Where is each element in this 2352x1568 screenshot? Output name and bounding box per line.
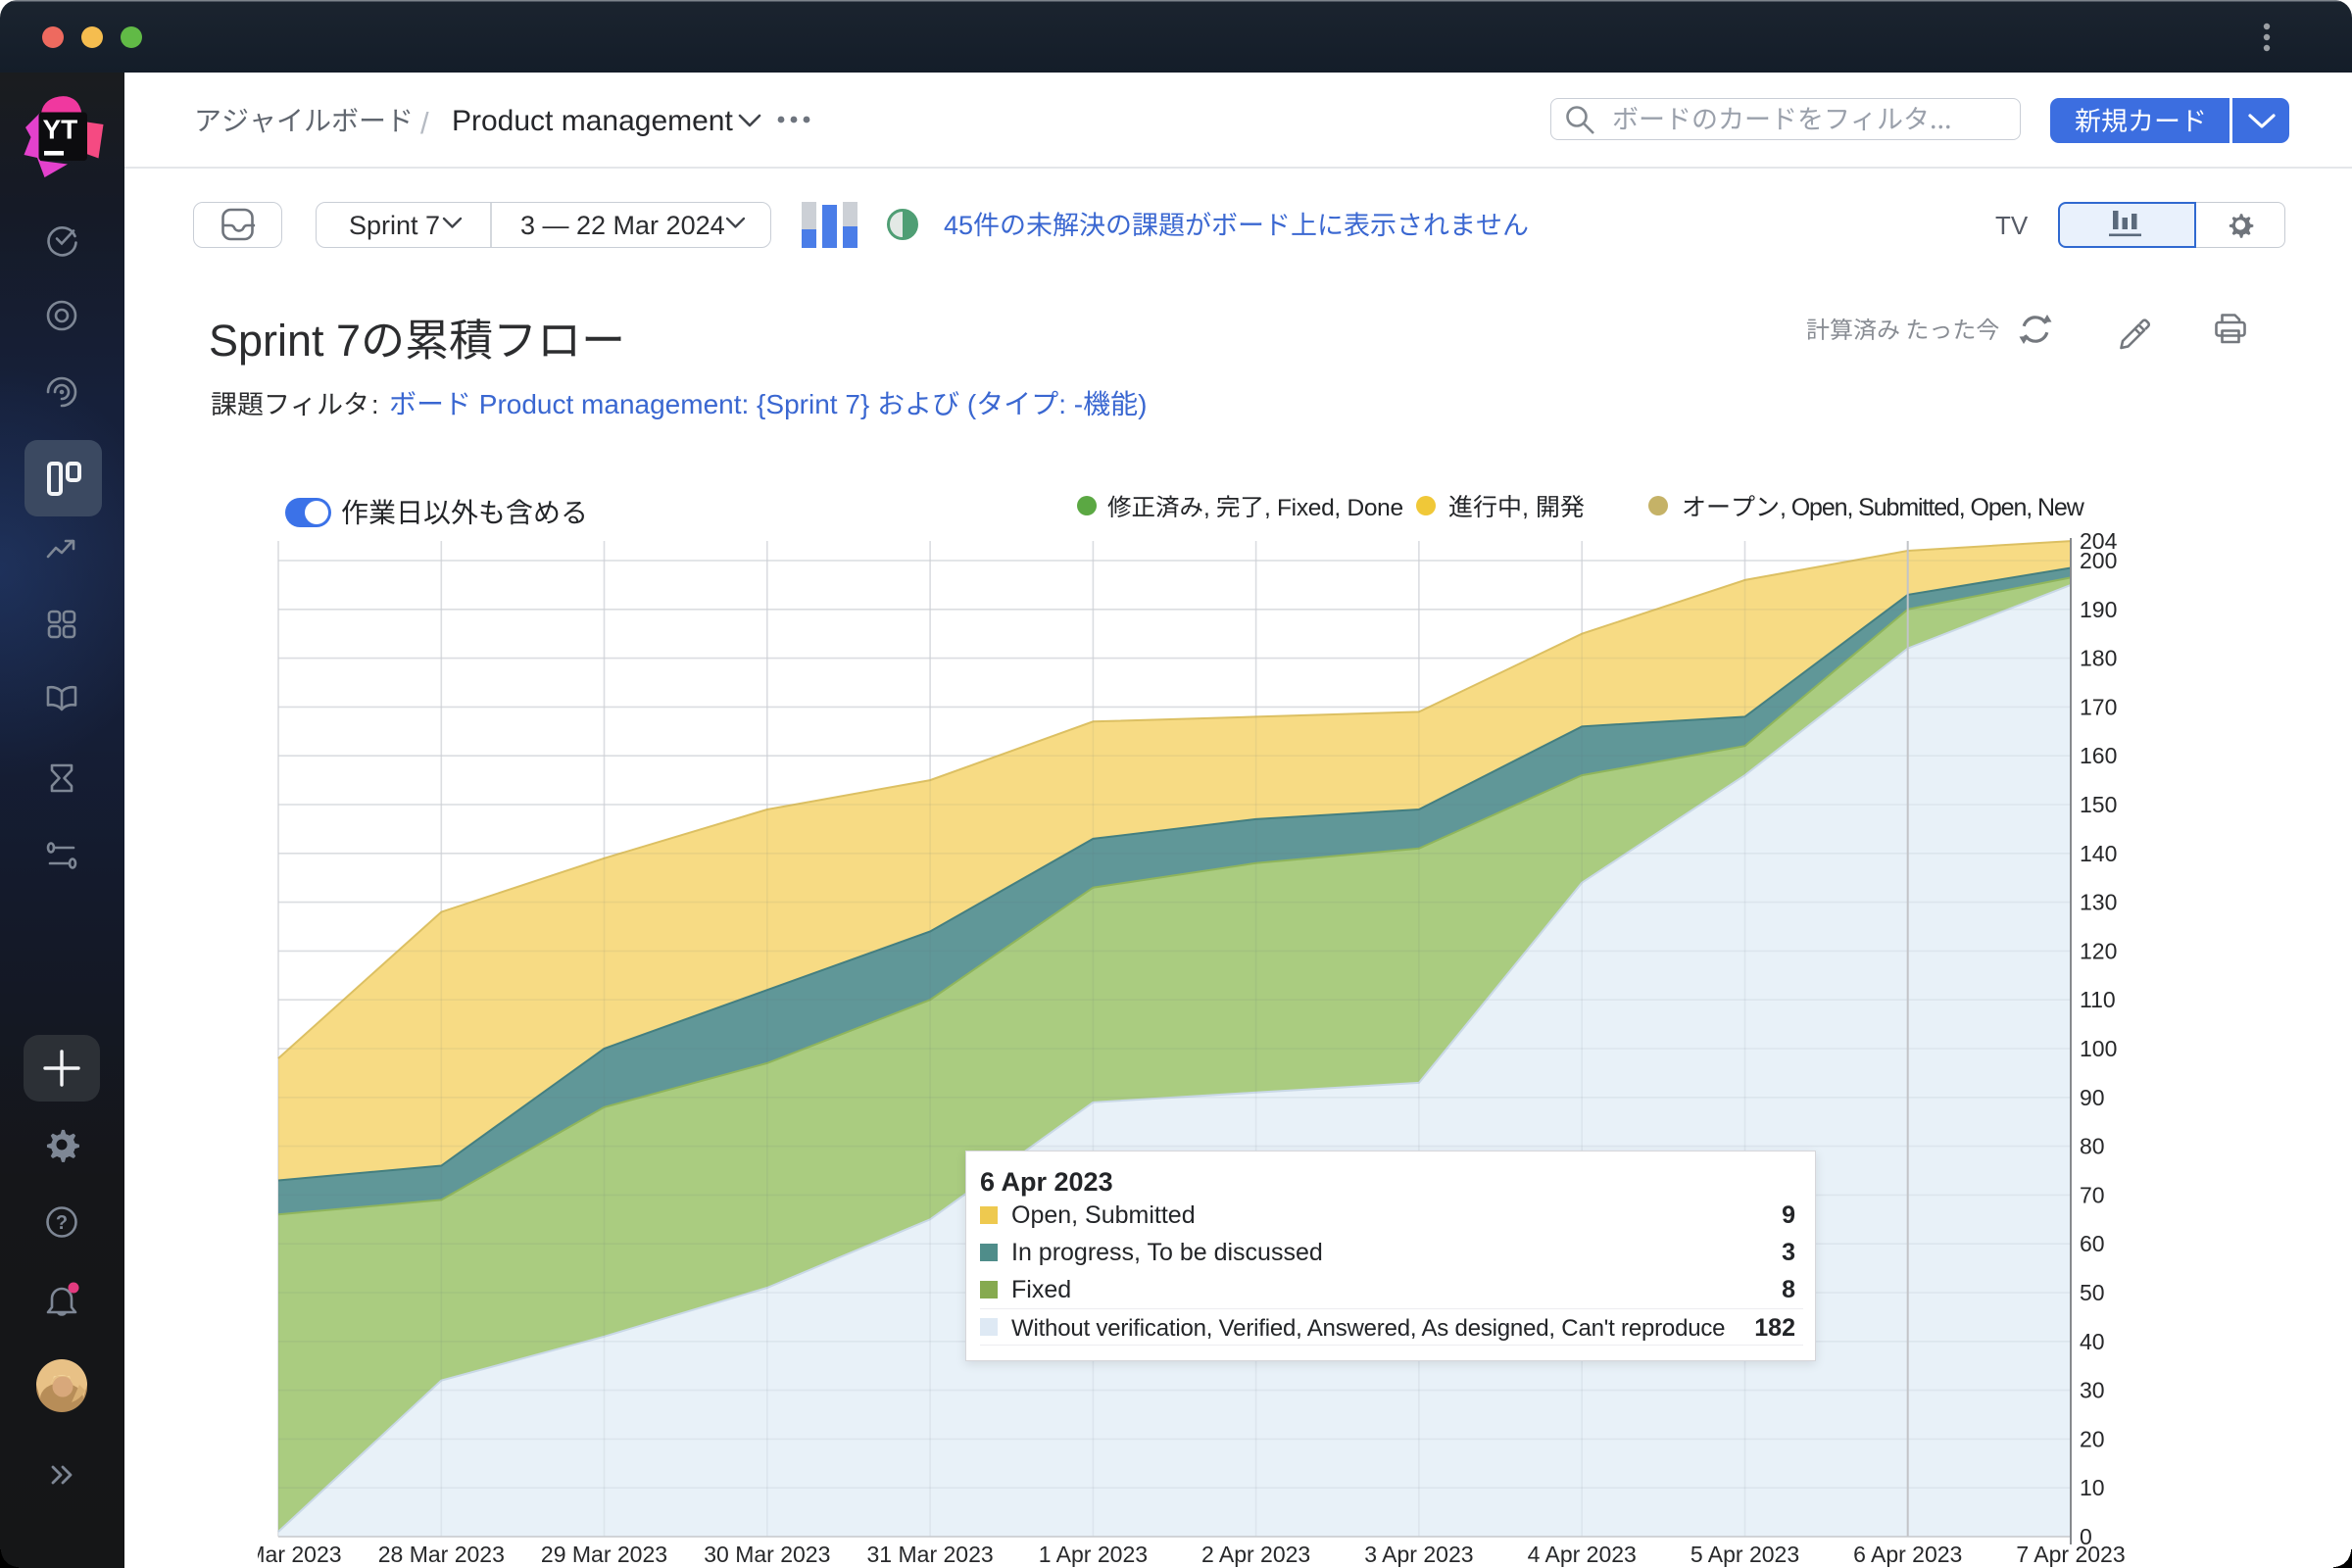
svg-text:180: 180 xyxy=(2080,646,2117,671)
svg-text:70: 70 xyxy=(2080,1182,2105,1207)
svg-text:(: ( xyxy=(959,389,977,419)
svg-text:130: 130 xyxy=(2080,890,2117,915)
svg-text:6 Apr 2023: 6 Apr 2023 xyxy=(1853,1542,1962,1567)
svg-text:?: ? xyxy=(56,1212,68,1234)
svg-text:45: 45 xyxy=(944,211,973,240)
svg-text:110: 110 xyxy=(2080,987,2116,1012)
svg-text:120: 120 xyxy=(2080,938,2117,963)
svg-text:31 Mar 2023: 31 Mar 2023 xyxy=(867,1542,994,1567)
svg-text:80: 80 xyxy=(2080,1134,2105,1159)
svg-text:150: 150 xyxy=(2080,792,2117,817)
svg-text:5 Apr 2023: 5 Apr 2023 xyxy=(1690,1542,1799,1567)
svg-text:190: 190 xyxy=(2080,597,2117,622)
svg-text:, Fixed, Done: , Fixed, Done xyxy=(1264,495,1403,521)
svg-text:160: 160 xyxy=(2080,743,2117,768)
svg-text:140: 140 xyxy=(2080,841,2117,866)
svg-text:7 Apr 2023: 7 Apr 2023 xyxy=(2016,1542,2125,1567)
svg-text:YT: YT xyxy=(43,115,78,145)
svg-text:, Open, Submitted, Open, New: , Open, Submitted, Open, New xyxy=(1780,494,2085,521)
svg-text:29 Mar 2023: 29 Mar 2023 xyxy=(541,1542,667,1567)
svg-text:20: 20 xyxy=(2080,1426,2105,1451)
svg-text:4 Apr 2023: 4 Apr 2023 xyxy=(1528,1542,1637,1567)
svg-text:10: 10 xyxy=(2080,1475,2105,1500)
svg-text:,: , xyxy=(1522,494,1536,521)
svg-text:30 Mar 2023: 30 Mar 2023 xyxy=(704,1542,830,1567)
svg-text:Sprint 7: Sprint 7 xyxy=(209,316,361,366)
svg-text:/: / xyxy=(420,106,429,140)
svg-text:3 — 22 Mar 2024: 3 — 22 Mar 2024 xyxy=(520,211,725,240)
svg-text:3 Apr 2023: 3 Apr 2023 xyxy=(1364,1542,1473,1567)
svg-text:,: , xyxy=(1203,495,1216,521)
svg-text:Sprint 7: Sprint 7 xyxy=(349,211,440,240)
svg-text:Product management: {Sprint 7}: Product management: {Sprint 7} xyxy=(471,389,877,419)
svg-text:Product management: Product management xyxy=(452,105,733,137)
svg-text:50: 50 xyxy=(2080,1280,2105,1305)
svg-text:: -: : - xyxy=(1058,389,1083,419)
svg-text::: : xyxy=(371,390,379,419)
svg-text:0: 0 xyxy=(2080,1524,2092,1549)
svg-text:200: 200 xyxy=(2080,548,2117,573)
svg-text:TV: TV xyxy=(1995,211,2029,240)
svg-text:27 Mar 2023: 27 Mar 2023 xyxy=(215,1542,341,1567)
svg-text:1 Apr 2023: 1 Apr 2023 xyxy=(1039,1542,1148,1567)
svg-text:28 Mar 2023: 28 Mar 2023 xyxy=(378,1542,505,1567)
svg-text:30: 30 xyxy=(2080,1378,2105,1403)
svg-text:100: 100 xyxy=(2080,1036,2117,1061)
svg-text:40: 40 xyxy=(2080,1329,2105,1354)
svg-text:60: 60 xyxy=(2080,1231,2105,1256)
svg-text:2 Apr 2023: 2 Apr 2023 xyxy=(1201,1542,1310,1567)
svg-text:90: 90 xyxy=(2080,1085,2105,1110)
svg-text:170: 170 xyxy=(2080,694,2117,719)
svg-text:): ) xyxy=(1138,389,1147,419)
